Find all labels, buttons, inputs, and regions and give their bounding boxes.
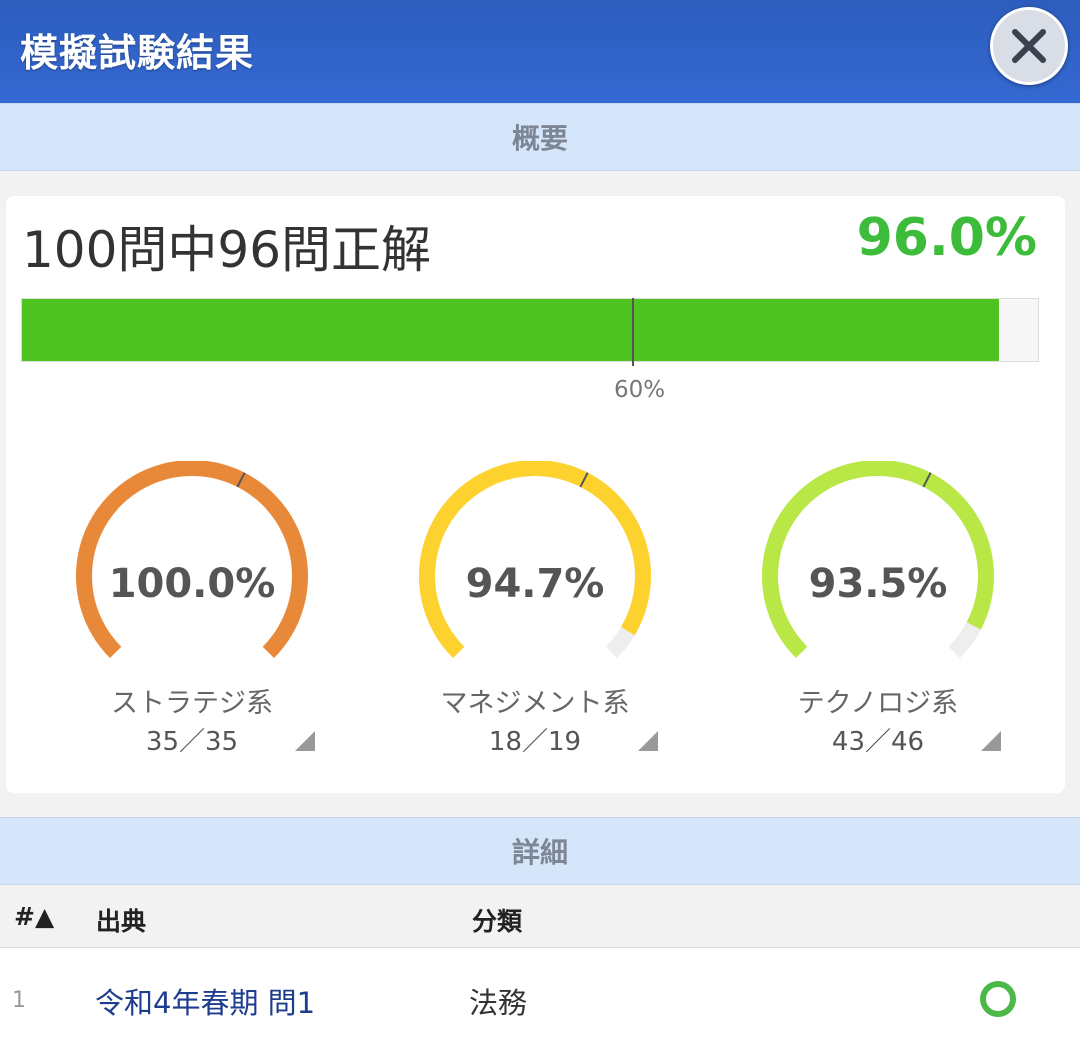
table-row[interactable]: 1 令和4年春期 問1 法務 — [0, 948, 1080, 1043]
row-category: 法務 — [469, 986, 528, 1020]
gauge-technology-count: 43／46 — [831, 727, 925, 757]
gauge-technology-label: テクノロジ系 — [797, 688, 959, 719]
pass-mark-label: 60% — [614, 377, 666, 403]
gauge-strategy-value: 100.0% — [108, 561, 276, 607]
gauge-technology-value: 93.5% — [808, 561, 948, 607]
column-num-sort[interactable]: #▲ — [14, 902, 54, 931]
page-title: 模擬試験結果 — [20, 31, 255, 75]
column-category[interactable]: 分類 — [472, 902, 522, 938]
gauge-technology[interactable]: 93.5% テクノロジ系 43／46 — [753, 461, 1003, 761]
score-summary: 100問中96問正解 — [22, 221, 432, 279]
row-number: 1 — [12, 988, 26, 1013]
score-progress-bar — [21, 298, 1039, 362]
gauge-management[interactable]: 94.7% マネジメント系 18／19 — [410, 461, 660, 761]
close-button[interactable] — [990, 7, 1068, 85]
gauge-management-count: 18／19 — [488, 727, 582, 757]
details-section-header: 詳細 — [0, 817, 1080, 885]
expand-corner-icon — [638, 731, 658, 751]
gauge-strategy[interactable]: 100.0% ストラテジ系 35／35 — [67, 461, 317, 761]
table-header: #▲ 出典 分類 — [0, 886, 1080, 948]
score-percent: 96.0% — [856, 208, 1037, 268]
column-source[interactable]: 出典 — [96, 902, 146, 938]
app-header: 模擬試験結果 — [0, 0, 1080, 103]
score-progress-fill — [22, 299, 999, 361]
expand-corner-icon — [295, 731, 315, 751]
gauge-management-label: マネジメント系 — [440, 688, 630, 719]
overview-card: 100問中96問正解 96.0% 60% 100.0% ストラテジ系 35／35… — [6, 196, 1065, 793]
expand-corner-icon — [981, 731, 1001, 751]
gauge-strategy-label: ストラテジ系 — [111, 688, 273, 719]
row-source-link[interactable]: 令和4年春期 問1 — [95, 980, 315, 1022]
gauge-strategy-count: 35／35 — [145, 727, 239, 757]
gauge-management-value: 94.7% — [465, 561, 605, 607]
pass-mark-line — [632, 298, 634, 366]
overview-section-header: 概要 — [0, 103, 1080, 171]
circle-correct-icon — [980, 981, 1016, 1017]
close-icon — [1012, 29, 1046, 63]
